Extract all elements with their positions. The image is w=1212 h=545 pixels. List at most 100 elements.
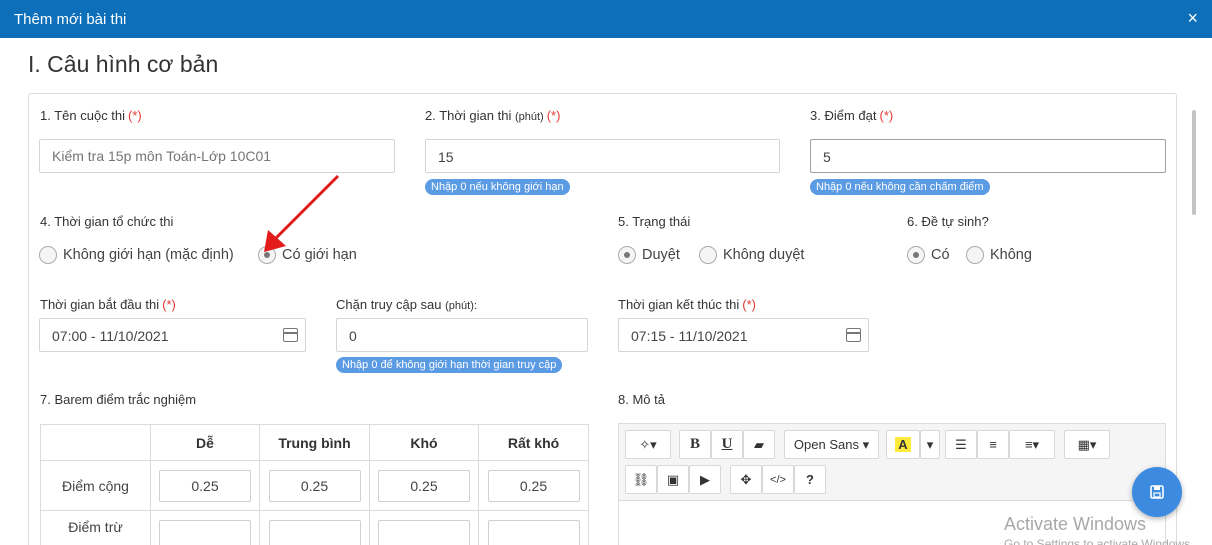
help-icon[interactable]: ? (794, 465, 826, 494)
eraser-icon[interactable]: ▰ (743, 430, 775, 459)
score-input[interactable] (159, 519, 251, 545)
radio-unlimited[interactable]: Không giới hạn (mặc định) (39, 246, 234, 264)
duration-label: 2. Thời gian thi (phút) (*) (425, 108, 560, 123)
radio-no-label: Không (990, 247, 1032, 263)
col-hard: Khó (369, 424, 479, 461)
table-icon[interactable]: ▦▾ (1064, 430, 1110, 459)
font-family-dropdown[interactable]: Open Sans ▾ (784, 430, 879, 459)
score-input[interactable]: 0.25 (487, 469, 580, 502)
block-access-label: Chặn truy cập sau (phút): (336, 297, 477, 312)
required-mark: (*) (546, 108, 561, 123)
radio-approved[interactable]: Duyệt (618, 246, 680, 264)
numbered-list-icon[interactable]: ≡ (977, 430, 1009, 459)
underline-icon[interactable]: U (711, 430, 743, 459)
col-medium: Trung bình (259, 424, 370, 461)
calendar-icon[interactable] (846, 328, 861, 342)
exam-time-label: 4. Thời gian tổ chức thi (40, 214, 174, 229)
required-mark: (*) (162, 297, 176, 312)
row-header: Điểm trừ (40, 510, 151, 545)
magic-wand-icon[interactable]: ✧▾ (625, 430, 671, 459)
pass-score-label-text: 3. Điểm đạt (810, 108, 877, 123)
table-corner (40, 424, 151, 461)
start-time-input[interactable]: 07:00 - 11/10/2021 (39, 318, 306, 352)
modal-header: Thêm mới bài thi × (0, 0, 1212, 38)
table-cell: 0.25 (478, 460, 589, 511)
block-access-input[interactable]: 0 (336, 318, 588, 352)
description-label: 8. Mô tả (618, 392, 665, 407)
save-button[interactable] (1132, 467, 1182, 517)
modal-title: Thêm mới bài thi (14, 11, 127, 28)
activation-watermark: Activate Windows (1004, 514, 1147, 534)
barem-table: Dễ Trung bình Khó Rất khó Điểm cộng 0.25… (40, 424, 589, 545)
activation-watermark-sub: Go to Settings to activate Windows. (1004, 537, 1194, 545)
block-access-unit: (phút): (445, 300, 477, 312)
table-cell (259, 510, 370, 545)
required-mark: (*) (879, 108, 894, 123)
table-cell: 0.25 (150, 460, 260, 511)
section-title: I. Câu hình cơ bản (28, 51, 219, 77)
duration-input[interactable]: 15 (425, 139, 780, 173)
duration-unit: (phút) (514, 111, 544, 123)
scrollbar[interactable] (1192, 110, 1196, 215)
end-time-label-text: Thời gian kết thúc thi (618, 297, 740, 312)
block-access-hint: Nhập 0 để không giới hạn thời gian truy … (336, 357, 563, 373)
bullet-list-icon[interactable]: ☰ (945, 430, 977, 459)
col-very-hard: Rất khó (478, 424, 589, 461)
radio-no[interactable]: Không (966, 246, 1032, 264)
required-mark: (*) (128, 108, 142, 123)
score-input[interactable] (268, 519, 361, 545)
red-arrow-annotation (264, 174, 340, 252)
close-icon[interactable]: × (1187, 8, 1198, 29)
radio-not-approved[interactable]: Không duyệt (699, 246, 804, 264)
save-icon (1150, 485, 1164, 499)
table-cell (478, 510, 589, 545)
duration-hint: Nhập 0 nếu không giới hạn (425, 179, 570, 195)
fullscreen-icon[interactable]: ✥ (730, 465, 762, 494)
radio-not-approved-label: Không duyệt (723, 247, 805, 263)
contest-name-input[interactable] (39, 139, 395, 173)
pass-score-label: 3. Điểm đạt (*) (810, 108, 893, 123)
table-cell (150, 510, 260, 545)
col-easy: Dễ (150, 424, 260, 461)
row-header: Điểm cộng (40, 460, 151, 511)
score-input[interactable] (487, 519, 580, 545)
code-view-icon[interactable]: </> (762, 465, 794, 494)
start-time-label-text: Thời gian bắt đầu thi (40, 297, 160, 312)
contest-name-label-text: 1. Tên cuộc thi (40, 108, 126, 123)
table-cell (369, 510, 479, 545)
table-cell: 0.25 (259, 460, 370, 511)
radio-unlimited-label: Không giới hạn (mặc định) (63, 247, 234, 263)
text-color-icon[interactable]: A (886, 430, 920, 459)
table-row: Điểm trừ (40, 510, 589, 545)
start-time-label: Thời gian bắt đầu thi (*) (40, 297, 176, 312)
table-row: Điểm cộng 0.25 0.25 0.25 0.25 (40, 460, 589, 511)
auto-gen-label: 6. Đề tự sinh? (907, 214, 989, 229)
align-icon[interactable]: ≡▾ (1009, 430, 1055, 459)
pass-score-hint: Nhập 0 nếu không cần chấm điểm (810, 179, 990, 195)
score-input[interactable]: 0.25 (378, 469, 470, 502)
radio-yes[interactable]: Có (907, 246, 950, 264)
link-icon[interactable]: ⛓ (625, 465, 657, 494)
pass-score-input[interactable]: 5 (810, 139, 1166, 173)
image-icon[interactable]: ▣ (657, 465, 689, 494)
radio-approved-label: Duyệt (642, 247, 680, 263)
status-label: 5. Trạng thái (618, 214, 691, 229)
barem-label: 7. Barem điểm trắc nghiệm (40, 392, 197, 407)
calendar-icon[interactable] (283, 328, 298, 342)
font-family-value: Open Sans (793, 437, 859, 452)
radio-dot[interactable] (699, 246, 717, 264)
chevron-down-icon[interactable]: ▾ (920, 430, 940, 459)
video-icon[interactable]: ▶ (689, 465, 721, 494)
radio-yes-label: Có (931, 247, 950, 263)
end-time-input[interactable]: 07:15 - 11/10/2021 (618, 318, 869, 352)
block-access-label-text: Chặn truy cập sau (336, 297, 442, 312)
bold-icon[interactable]: B (679, 430, 711, 459)
score-input[interactable]: 0.25 (159, 469, 251, 502)
radio-dot-selected[interactable] (618, 246, 636, 264)
radio-dot[interactable] (39, 246, 57, 264)
radio-dot-selected[interactable] (907, 246, 925, 264)
score-input[interactable] (378, 519, 470, 545)
score-input[interactable]: 0.25 (268, 469, 361, 502)
radio-dot[interactable] (966, 246, 984, 264)
end-time-label: Thời gian kết thúc thi (*) (618, 297, 756, 312)
